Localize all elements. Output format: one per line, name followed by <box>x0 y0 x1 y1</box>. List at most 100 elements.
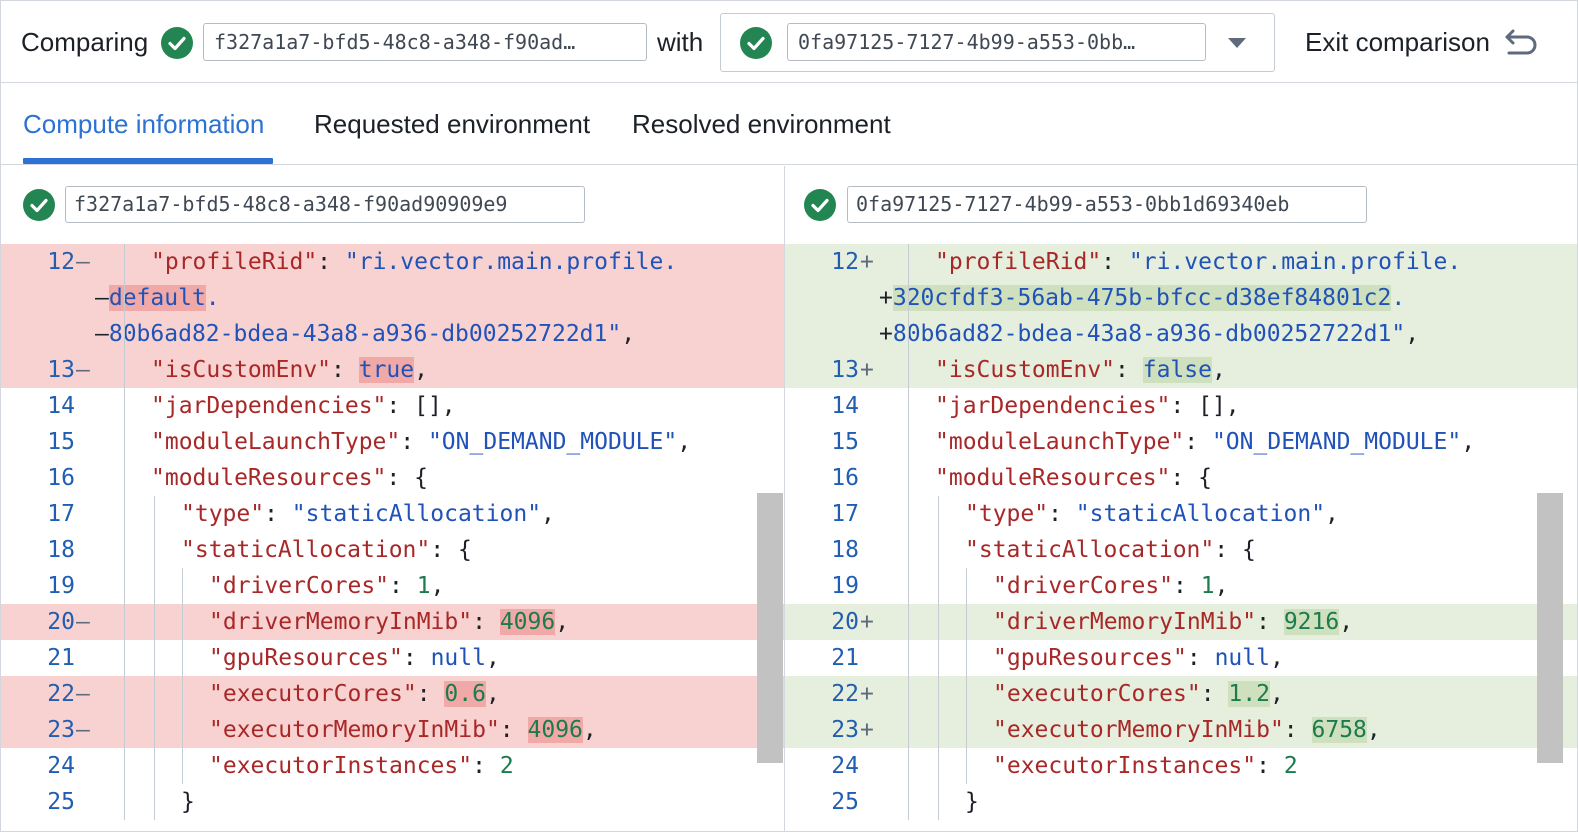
left-pane-header: f327a1a7-bfd5-48c8-a348-f90ad90909e9 <box>1 166 784 244</box>
code-text: "driverMemoryInMib": 4096, <box>209 604 569 640</box>
code-token: 80b6ad82-bdea-43a8-a936-db00252722d1" <box>108 321 622 347</box>
code-token: : <box>1186 645 1215 671</box>
code-token: , <box>1405 321 1420 347</box>
left-scrollbar[interactable] <box>757 493 783 763</box>
line-number: 16 <box>831 465 859 491</box>
right-build-id-field[interactable]: 0fa97125-7127-4b99-a553-0bb… <box>787 23 1206 61</box>
line-number: 21 <box>47 645 75 671</box>
line-number: 14 <box>831 393 859 419</box>
code-token: , <box>1211 357 1226 383</box>
code-token: : <box>1184 429 1212 455</box>
code-token: "gpuResources" <box>209 645 403 671</box>
code-token: , <box>1269 645 1284 671</box>
code-text: —default. <box>95 280 220 316</box>
code-token: : <box>1256 609 1284 635</box>
code-token: "gpuResources" <box>993 645 1187 671</box>
code-token: , <box>485 645 500 671</box>
added-code-line: 13 + "isCustomEnv": false, <box>785 352 1577 388</box>
code-token: "staticAllocation" <box>1075 501 1326 527</box>
code-token: : <box>416 681 445 707</box>
code-token: , <box>1214 573 1229 599</box>
deleted-code-line: 23— "executorMemoryInMib": 4096, <box>1 712 784 748</box>
code-token: . <box>205 285 220 311</box>
code-token: "staticAllocation" <box>291 501 542 527</box>
undo-icon[interactable] <box>1501 25 1541 61</box>
code-text: "executorCores": 0.6, <box>209 676 500 712</box>
code-token: 6758 <box>1311 717 1367 743</box>
code-token: , <box>414 357 428 383</box>
left-build-id: f327a1a7-bfd5-48c8-a348-f90ad90909e9 <box>65 186 585 223</box>
line-number: 22 <box>831 681 859 707</box>
code-token: "moduleResources" <box>935 465 1171 491</box>
code-token: : <box>331 357 359 383</box>
comparison-header: Comparing f327a1a7-bfd5-48c8-a348-f90ad…… <box>1 1 1577 83</box>
active-tab-indicator <box>23 158 273 164</box>
code-token: "executorInstances" <box>993 753 1257 779</box>
code-token: : <box>1256 753 1284 779</box>
code-token: 9216 <box>1283 609 1340 635</box>
code-text: "driverCores": 1, <box>209 568 444 604</box>
diff-marker: — <box>76 609 90 635</box>
deleted-code-line: 12— "profileRid": "ri.vector.main.profile… <box>1 244 784 280</box>
code-text: "driverMemoryInMib": 9216, <box>993 604 1353 640</box>
right-pane-header: 0fa97125-7127-4b99-a553-0bb1d69340eb <box>785 166 1577 244</box>
code-text: "executorInstances": 2 <box>209 748 514 784</box>
code-token: "moduleLaunchType" <box>151 429 401 455</box>
code-token: : <box>317 249 345 275</box>
with-label: with <box>657 27 704 57</box>
code-token: "executorCores" <box>993 681 1201 707</box>
code-text: "isCustomEnv": false, <box>935 352 1226 388</box>
left-build-id-field[interactable]: f327a1a7-bfd5-48c8-a348-f90ad… <box>203 23 647 61</box>
code-token: : [], <box>386 393 456 419</box>
tab-compute-information[interactable]: Compute information <box>23 109 264 140</box>
line-number: 23 <box>47 717 75 743</box>
code-text: +80b6ad82-bdea-43a8-a936-db00252722d1", <box>879 316 1419 352</box>
code-token: : [], <box>1170 393 1240 419</box>
code-token: , <box>555 609 570 635</box>
code-token: 320cfdf3-56ab-475b-bfcc-d38ef84801c2 <box>892 285 1392 311</box>
code-token: : <box>1101 249 1129 275</box>
code-token: "moduleResources" <box>151 465 387 491</box>
tab-requested-environment[interactable]: Requested environment <box>314 109 590 140</box>
code-token: , <box>1461 429 1476 455</box>
code-line: 18 "staticAllocation": { <box>1 532 784 568</box>
code-token: } <box>181 789 195 815</box>
code-text: } <box>181 784 195 820</box>
code-text: } <box>965 784 979 820</box>
code-token: : <box>1173 573 1201 599</box>
code-token: , <box>1325 501 1339 527</box>
code-token: : { <box>1214 537 1256 563</box>
code-line: 14 "jarDependencies": [], <box>785 388 1577 424</box>
line-number: 24 <box>831 753 859 779</box>
line-number: 21 <box>831 645 859 671</box>
tab-resolved-environment[interactable]: Resolved environment <box>632 109 891 140</box>
code-token: 4096 <box>499 609 556 635</box>
code-line: 25} <box>785 784 1577 820</box>
line-number: 22 <box>47 681 75 707</box>
deleted-code-line: 13— "isCustomEnv": true, <box>1 352 784 388</box>
line-number: 12 <box>831 249 859 275</box>
diff-marker: + <box>860 249 874 275</box>
added-code-line: +320cfdf3-56ab-475b-bfcc-d38ef84801c2. <box>785 280 1577 316</box>
code-line: 16 "moduleResources": { <box>785 460 1577 496</box>
line-number: 13 <box>47 357 75 383</box>
code-token: , <box>1269 681 1284 707</box>
code-text: "moduleLaunchType": "ON_DEMAND_MODULE", <box>935 424 1475 460</box>
code-line: 18 "staticAllocation": { <box>785 532 1577 568</box>
right-scrollbar[interactable] <box>1537 493 1563 763</box>
code-text: "isCustomEnv": true, <box>151 352 428 388</box>
comparing-label: Comparing <box>21 27 149 57</box>
code-line: 24 "executorInstances": 2 <box>785 748 1577 784</box>
code-text: "executorMemoryInMib": 4096, <box>209 712 597 748</box>
line-number: 15 <box>831 429 859 455</box>
code-token: 4096 <box>527 717 583 743</box>
code-token: "staticAllocation" <box>965 537 1215 563</box>
added-code-line: 22 + "executorCores": 1.2, <box>785 676 1577 712</box>
code-token: 80b6ad82-bdea-43a8-a936-db00252722d1" <box>892 321 1406 347</box>
diff-marker: + <box>860 717 874 743</box>
code-text: "driverCores": 1, <box>993 568 1228 604</box>
code-text: "executorMemoryInMib": 6758, <box>993 712 1381 748</box>
exit-comparison-button[interactable]: Exit comparison <box>1305 27 1490 58</box>
chevron-down-icon[interactable] <box>1228 38 1246 48</box>
code-token: "jarDependencies" <box>151 393 387 419</box>
